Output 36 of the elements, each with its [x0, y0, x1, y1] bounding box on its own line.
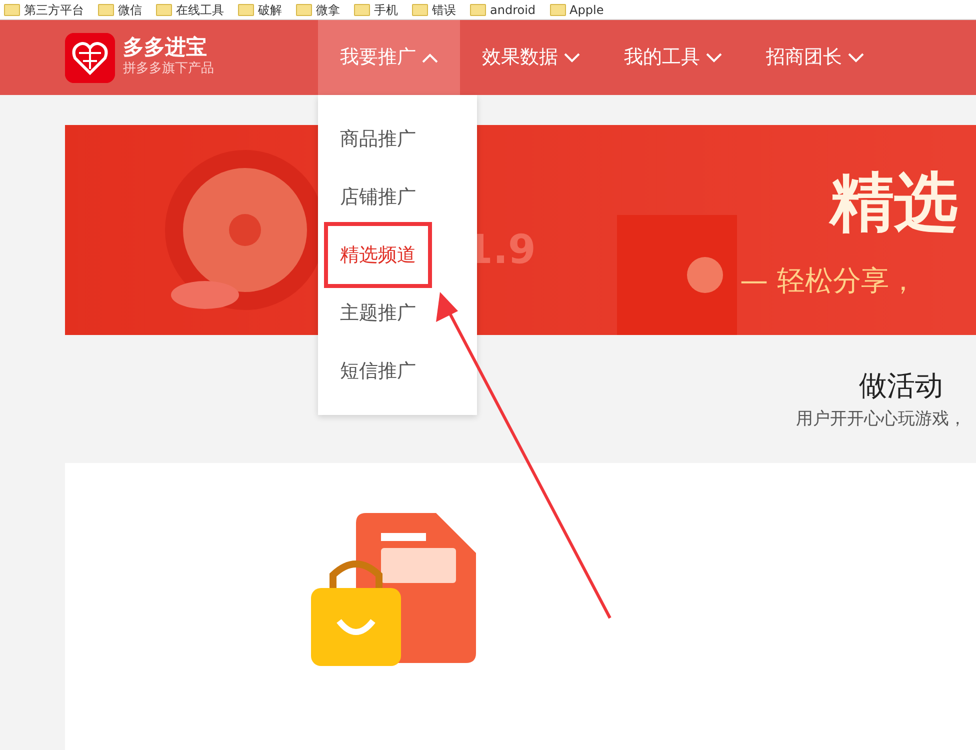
nav-tab[interactable]: 我的工具 [602, 20, 744, 95]
bookmark-link[interactable]: 在线工具 [176, 0, 224, 18]
logo-title: 多多进宝 [123, 36, 208, 60]
folder-icon [550, 4, 566, 16]
menu-item[interactable]: 店铺推广 [328, 168, 428, 226]
menu-item[interactable]: 短信推广 [328, 342, 428, 400]
folder-icon [296, 4, 312, 16]
bookmark-link[interactable]: 错误 [432, 0, 456, 18]
folder-icon [156, 4, 172, 16]
folder-icon [470, 4, 486, 16]
logo-subtitle: 拼多多旗下产品 [123, 60, 214, 78]
folder-icon [238, 4, 254, 16]
caret-down-icon [848, 52, 864, 62]
banner-tagline: — 轻松分享， [740, 263, 917, 299]
menu-item[interactable]: 商品推广 [328, 110, 428, 168]
caret-up-icon [422, 52, 438, 62]
section-title: 做活动 [859, 368, 943, 404]
folder-icon [4, 4, 20, 16]
bookmark-link[interactable]: 微拿 [316, 0, 340, 18]
bookmark-link[interactable]: 第三方平台 [24, 0, 84, 18]
bookmark-link[interactable]: 微信 [118, 0, 142, 18]
folder-icon [354, 4, 370, 16]
folder-icon [412, 4, 428, 16]
folder-icon [98, 4, 114, 16]
logo-icon [65, 32, 115, 82]
caret-down-icon [706, 52, 722, 62]
section-subtitle: 用户开开心心玩游戏， [796, 408, 966, 431]
bookmark-link[interactable]: 破解 [258, 0, 282, 18]
bookmark-link[interactable]: Apple [570, 0, 604, 18]
banner-title: 精选 [830, 165, 958, 242]
menu-item[interactable]: 主题推广 [328, 284, 428, 342]
nav-tab[interactable]: 效果数据 [460, 20, 602, 95]
bookmark-link[interactable]: android [490, 0, 536, 18]
nav-tab[interactable]: 招商团长 [744, 20, 886, 95]
caret-down-icon [564, 52, 580, 62]
bookmark-link[interactable]: 手机 [374, 0, 398, 18]
